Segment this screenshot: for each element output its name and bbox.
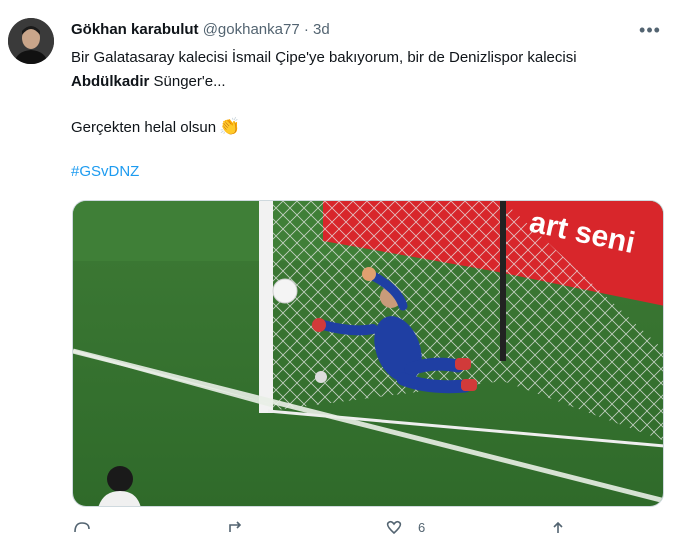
hashtag-link[interactable]: #GSvDNZ [71, 161, 139, 183]
tweet-media[interactable]: art seni [72, 200, 664, 507]
share-button[interactable] [548, 520, 568, 534]
tweet[interactable]: Gökhan karabulut @gokhanka77 · 3d ••• Bi… [0, 0, 700, 535]
tweet-header: Gökhan karabulut @gokhanka77 · 3d [71, 20, 330, 40]
heart-icon [386, 520, 402, 534]
tweet-text: Bir Galatasaray kalecisi İsmail Çipe'ye … [71, 46, 671, 94]
separator-dot: · [303, 21, 309, 38]
retweet-icon [229, 521, 242, 532]
user-handle[interactable]: @gokhanka77 [203, 21, 300, 38]
more-options-button[interactable]: ••• [636, 18, 664, 42]
avatar[interactable] [8, 18, 54, 64]
tweet-text-line-1: Bir Galatasaray kalecisi İsmail Çipe'ye … [71, 49, 577, 66]
display-name[interactable]: Gökhan karabulut [71, 21, 199, 38]
paragraph-2-text: Gerçekten helal olsun [71, 119, 217, 136]
tweet-text-line-2-rest: Sünger'e... [149, 73, 226, 90]
retweet-button[interactable] [226, 520, 248, 534]
like-count: 6 [418, 520, 426, 535]
tweet-text-line-2: Abdülkadir Sünger'e... [71, 70, 671, 94]
more-icon: ••• [639, 19, 661, 40]
tweet-actions: 6 [60, 520, 620, 535]
bold-name: Abdülkadir [71, 73, 150, 90]
like-button[interactable]: 6 [384, 520, 426, 535]
timestamp[interactable]: 3d [313, 21, 330, 38]
goalkeeper-dive-photo: art seni [73, 201, 663, 506]
reply-icon [74, 522, 90, 533]
reply-button[interactable] [72, 520, 92, 534]
share-icon [553, 521, 563, 533]
clapping-hands-icon: 👏 [219, 117, 241, 136]
tweet-text-paragraph-2: Gerçekten helal olsun 👏 [71, 116, 240, 139]
